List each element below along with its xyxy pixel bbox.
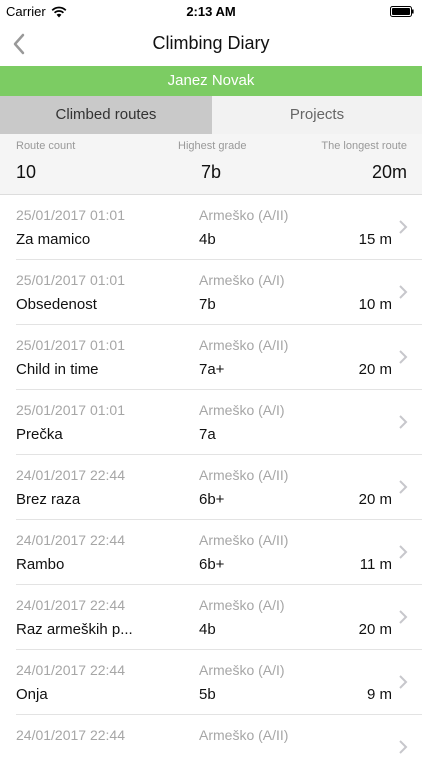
navigation-bar: Climbing Diary bbox=[0, 22, 422, 66]
table-row[interactable]: 24/01/2017 22:44 Armeško (A/II) Brez raz… bbox=[0, 455, 422, 520]
route-name: Onja bbox=[16, 686, 48, 703]
route-date: 24/01/2017 22:44 bbox=[16, 662, 125, 678]
route-date: 24/01/2017 22:44 bbox=[16, 532, 125, 548]
longest-route-value: 20m bbox=[371, 162, 407, 182]
route-area: Armeško (A/II) bbox=[199, 727, 289, 743]
route-count-label: Route count bbox=[16, 140, 76, 152]
page-title: Climbing Diary bbox=[152, 33, 270, 53]
highest-grade-label: Highest grade bbox=[178, 140, 247, 152]
chevron-right-icon bbox=[399, 545, 408, 559]
route-date: 25/01/2017 01:01 bbox=[16, 207, 125, 223]
route-date: 25/01/2017 01:01 bbox=[16, 272, 125, 288]
status-time: 2:13 AM bbox=[186, 4, 236, 19]
route-count-value: 10 bbox=[16, 162, 37, 182]
table-row[interactable]: 25/01/2017 01:01 Armeško (A/I) Obsedenos… bbox=[0, 260, 422, 325]
status-bar: Carrier 2:13 AM bbox=[0, 0, 422, 22]
route-grade: 4b bbox=[199, 621, 216, 638]
route-name: Rambo bbox=[16, 556, 65, 573]
route-grade: 6b+ bbox=[199, 556, 225, 573]
route-date: 25/01/2017 01:01 bbox=[16, 337, 125, 353]
route-name: Brez raza bbox=[16, 491, 81, 508]
route-area: Armeško (A/II) bbox=[199, 532, 289, 548]
table-row[interactable]: 25/01/2017 01:01 Armeško (A/II) Child in… bbox=[0, 325, 422, 390]
route-area: Armeško (A/I) bbox=[199, 402, 285, 418]
route-name: Prečka bbox=[16, 426, 63, 443]
route-grade: 5b bbox=[199, 686, 216, 703]
route-name: Obsedenost bbox=[16, 296, 97, 313]
route-date: 25/01/2017 01:01 bbox=[16, 402, 125, 418]
route-date: 24/01/2017 22:44 bbox=[16, 467, 125, 483]
table-row[interactable]: 25/01/2017 01:01 Armeško (A/I) Prečka 7a bbox=[0, 390, 422, 455]
route-grade: 6b+ bbox=[199, 491, 225, 508]
route-date: 24/01/2017 22:44 bbox=[16, 597, 125, 613]
table-row[interactable]: 24/01/2017 22:44 Armeško (A/I) Onja 5b 9… bbox=[0, 650, 422, 715]
highest-grade-value: 7b bbox=[201, 162, 222, 182]
route-date: 24/01/2017 22:44 bbox=[16, 727, 125, 743]
table-row[interactable]: 24/01/2017 22:44 Armeško (A/II) Rambo 6b… bbox=[0, 520, 422, 585]
route-name: Raz armeških p... bbox=[16, 621, 133, 638]
chevron-right-icon bbox=[399, 415, 408, 429]
route-area: Armeško (A/I) bbox=[199, 662, 285, 678]
route-length: 15 m bbox=[358, 231, 392, 248]
route-length: 11 m bbox=[359, 556, 392, 573]
route-area: Armeško (A/I) bbox=[199, 597, 285, 613]
route-name: Child in time bbox=[16, 361, 99, 378]
route-grade: 4b bbox=[199, 231, 216, 248]
route-name: Za mamico bbox=[16, 231, 91, 248]
table-row[interactable]: 24/01/2017 22:44 Armeško (A/II) bbox=[0, 715, 422, 780]
chevron-right-icon bbox=[399, 480, 408, 494]
route-area: Armeško (A/II) bbox=[199, 337, 289, 353]
route-grade: 7a+ bbox=[199, 361, 225, 378]
chevron-right-icon bbox=[399, 740, 408, 754]
tab-projects[interactable]: Projects bbox=[212, 96, 422, 134]
route-length: 20 m bbox=[358, 361, 392, 378]
chevron-right-icon bbox=[399, 220, 408, 234]
route-length: 20 m bbox=[358, 491, 392, 508]
segmented-tabs: Climbed routes Projects bbox=[0, 96, 422, 134]
route-area: Armeško (A/II) bbox=[199, 467, 289, 483]
route-grade: 7b bbox=[199, 296, 216, 313]
tab-climbed-routes[interactable]: Climbed routes bbox=[0, 96, 212, 134]
user-name-banner: Janez Novak bbox=[0, 66, 422, 96]
battery-icon bbox=[390, 6, 414, 17]
chevron-right-icon bbox=[399, 610, 408, 624]
chevron-right-icon bbox=[399, 675, 408, 689]
route-length: 10 m bbox=[358, 296, 392, 313]
stats-summary: Route count 10 Highest grade 7b The long… bbox=[0, 134, 422, 195]
route-area: Armeško (A/I) bbox=[199, 272, 285, 288]
route-length: 20 m bbox=[358, 621, 392, 638]
table-row[interactable]: 25/01/2017 01:01 Armeško (A/II) Za mamic… bbox=[0, 195, 422, 260]
chevron-right-icon bbox=[399, 285, 408, 299]
route-list: 25/01/2017 01:01 Armeško (A/II) Za mamic… bbox=[0, 195, 422, 780]
longest-route-label: The longest route bbox=[321, 140, 407, 152]
route-area: Armeško (A/II) bbox=[199, 207, 289, 223]
table-row[interactable]: 24/01/2017 22:44 Armeško (A/I) Raz armeš… bbox=[0, 585, 422, 650]
route-length: 9 m bbox=[366, 686, 392, 703]
chevron-right-icon bbox=[399, 350, 408, 364]
route-grade: 7a bbox=[199, 426, 216, 443]
